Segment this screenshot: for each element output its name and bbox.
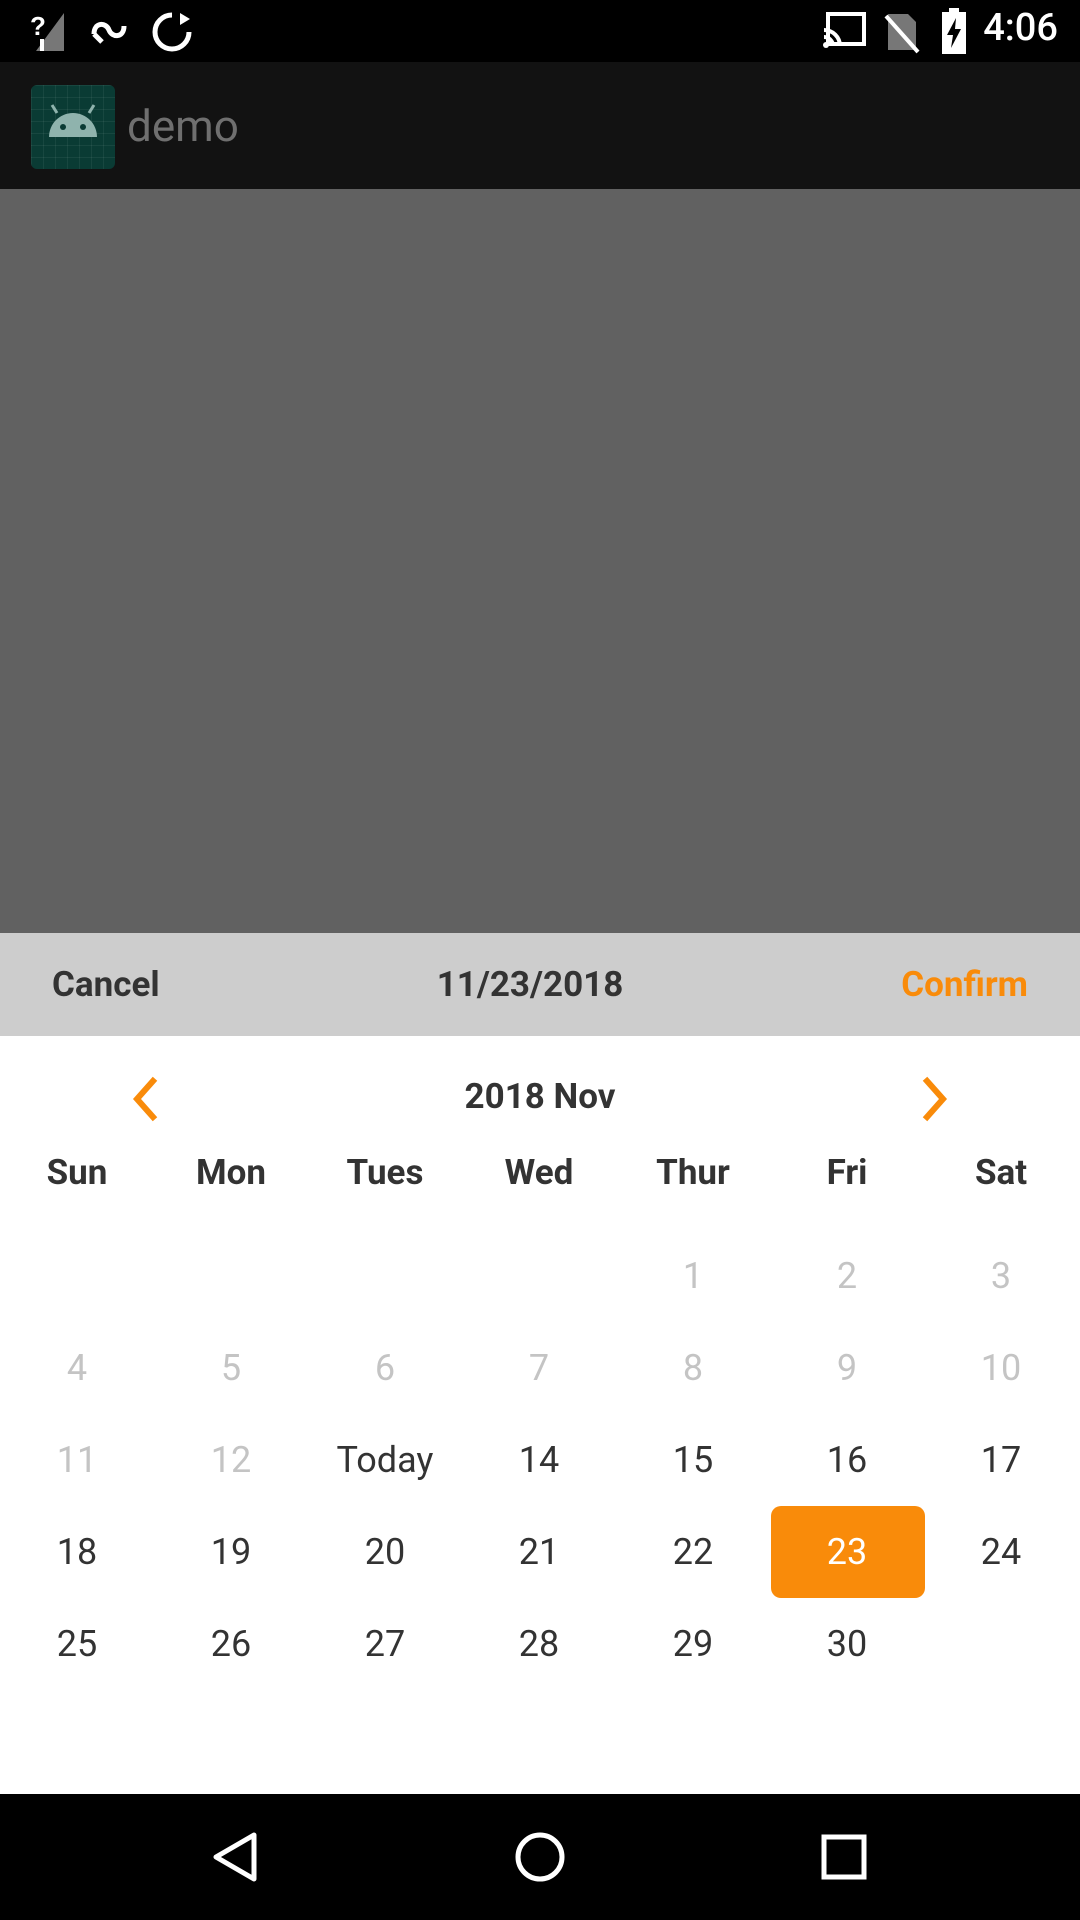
cast-icon [822,12,866,54]
calendar-day[interactable]: 29 [616,1598,770,1690]
svg-text:?: ? [30,11,46,41]
calendar: 2018 Nov Sun Mon Tues Wed Thur Fri Sat 1… [0,1036,1080,1794]
weekday-mon: Mon [195,1152,267,1193]
dialog-scrim[interactable] [0,189,1080,933]
calendar-day: 6 [374,1347,396,1389]
next-month-button[interactable] [900,1064,970,1134]
calendar-day: 9 [836,1347,858,1389]
calendar-day[interactable]: 24 [924,1506,1078,1598]
link-infinity-icon [88,14,130,50]
back-icon[interactable] [206,1827,266,1887]
weekday-fri: Fri [826,1152,868,1193]
sync-circle-icon [150,10,194,58]
app-title: demo [127,100,239,152]
calendar-day-selected[interactable]: 23 [770,1506,925,1598]
calendar-day[interactable]: 20 [308,1506,462,1598]
status-bar: ? 4:06 [0,0,1080,62]
calendar-day[interactable]: 19 [154,1506,308,1598]
dialog-header: Cancel 11/23/2018 Confirm [0,933,1080,1036]
navigation-bar [0,1794,1080,1920]
calendar-day[interactable]: 16 [770,1414,924,1506]
calendar-day[interactable]: 30 [770,1598,924,1690]
calendar-day[interactable]: 17 [924,1414,1078,1506]
recents-icon[interactable] [814,1827,874,1887]
calendar-day: 11 [56,1439,98,1481]
calendar-day[interactable]: 18 [0,1506,154,1598]
calendar-day[interactable]: 25 [0,1598,154,1690]
confirm-button[interactable]: Confirm [901,933,1028,1036]
status-time: 4:06 [983,6,1058,50]
calendar-day: 8 [682,1347,704,1389]
calendar-day[interactable]: 28 [462,1598,616,1690]
android-logo-icon [31,85,115,169]
calendar-day[interactable]: 26 [154,1598,308,1690]
weekday-sun: Sun [46,1152,108,1193]
calendar-day: 7 [528,1347,550,1389]
calendar-day: 10 [980,1347,1022,1389]
signal-unknown-icon: ? [28,9,68,55]
calendar-day: 1 [682,1255,704,1297]
calendar-day[interactable]: 27 [308,1598,462,1690]
calendar-day: 2 [836,1255,858,1297]
calendar-day[interactable]: 21 [462,1506,616,1598]
chevron-right-icon [922,1076,948,1122]
calendar-day-today[interactable]: Today [308,1414,462,1506]
calendar-day[interactable]: 15 [616,1414,770,1506]
calendar-day[interactable]: 14 [462,1414,616,1506]
weekday-tues: Tues [346,1152,424,1193]
weekday-thur: Thur [656,1152,730,1193]
calendar-day: 4 [66,1347,88,1389]
battery-charging-icon [940,8,968,58]
home-icon[interactable] [510,1827,570,1887]
weekday-wed: Wed [504,1152,574,1193]
calendar-day: 5 [220,1347,242,1389]
weekday-header: Sun Mon Tues Wed Thur Fri Sat [0,1143,1080,1203]
calendar-day[interactable]: 22 [616,1506,770,1598]
calendar-day: 12 [210,1439,252,1481]
no-sim-icon [884,10,920,58]
calendar-day: 3 [990,1255,1012,1297]
weekday-sat: Sat [974,1152,1028,1193]
app-bar: demo [0,62,1080,189]
